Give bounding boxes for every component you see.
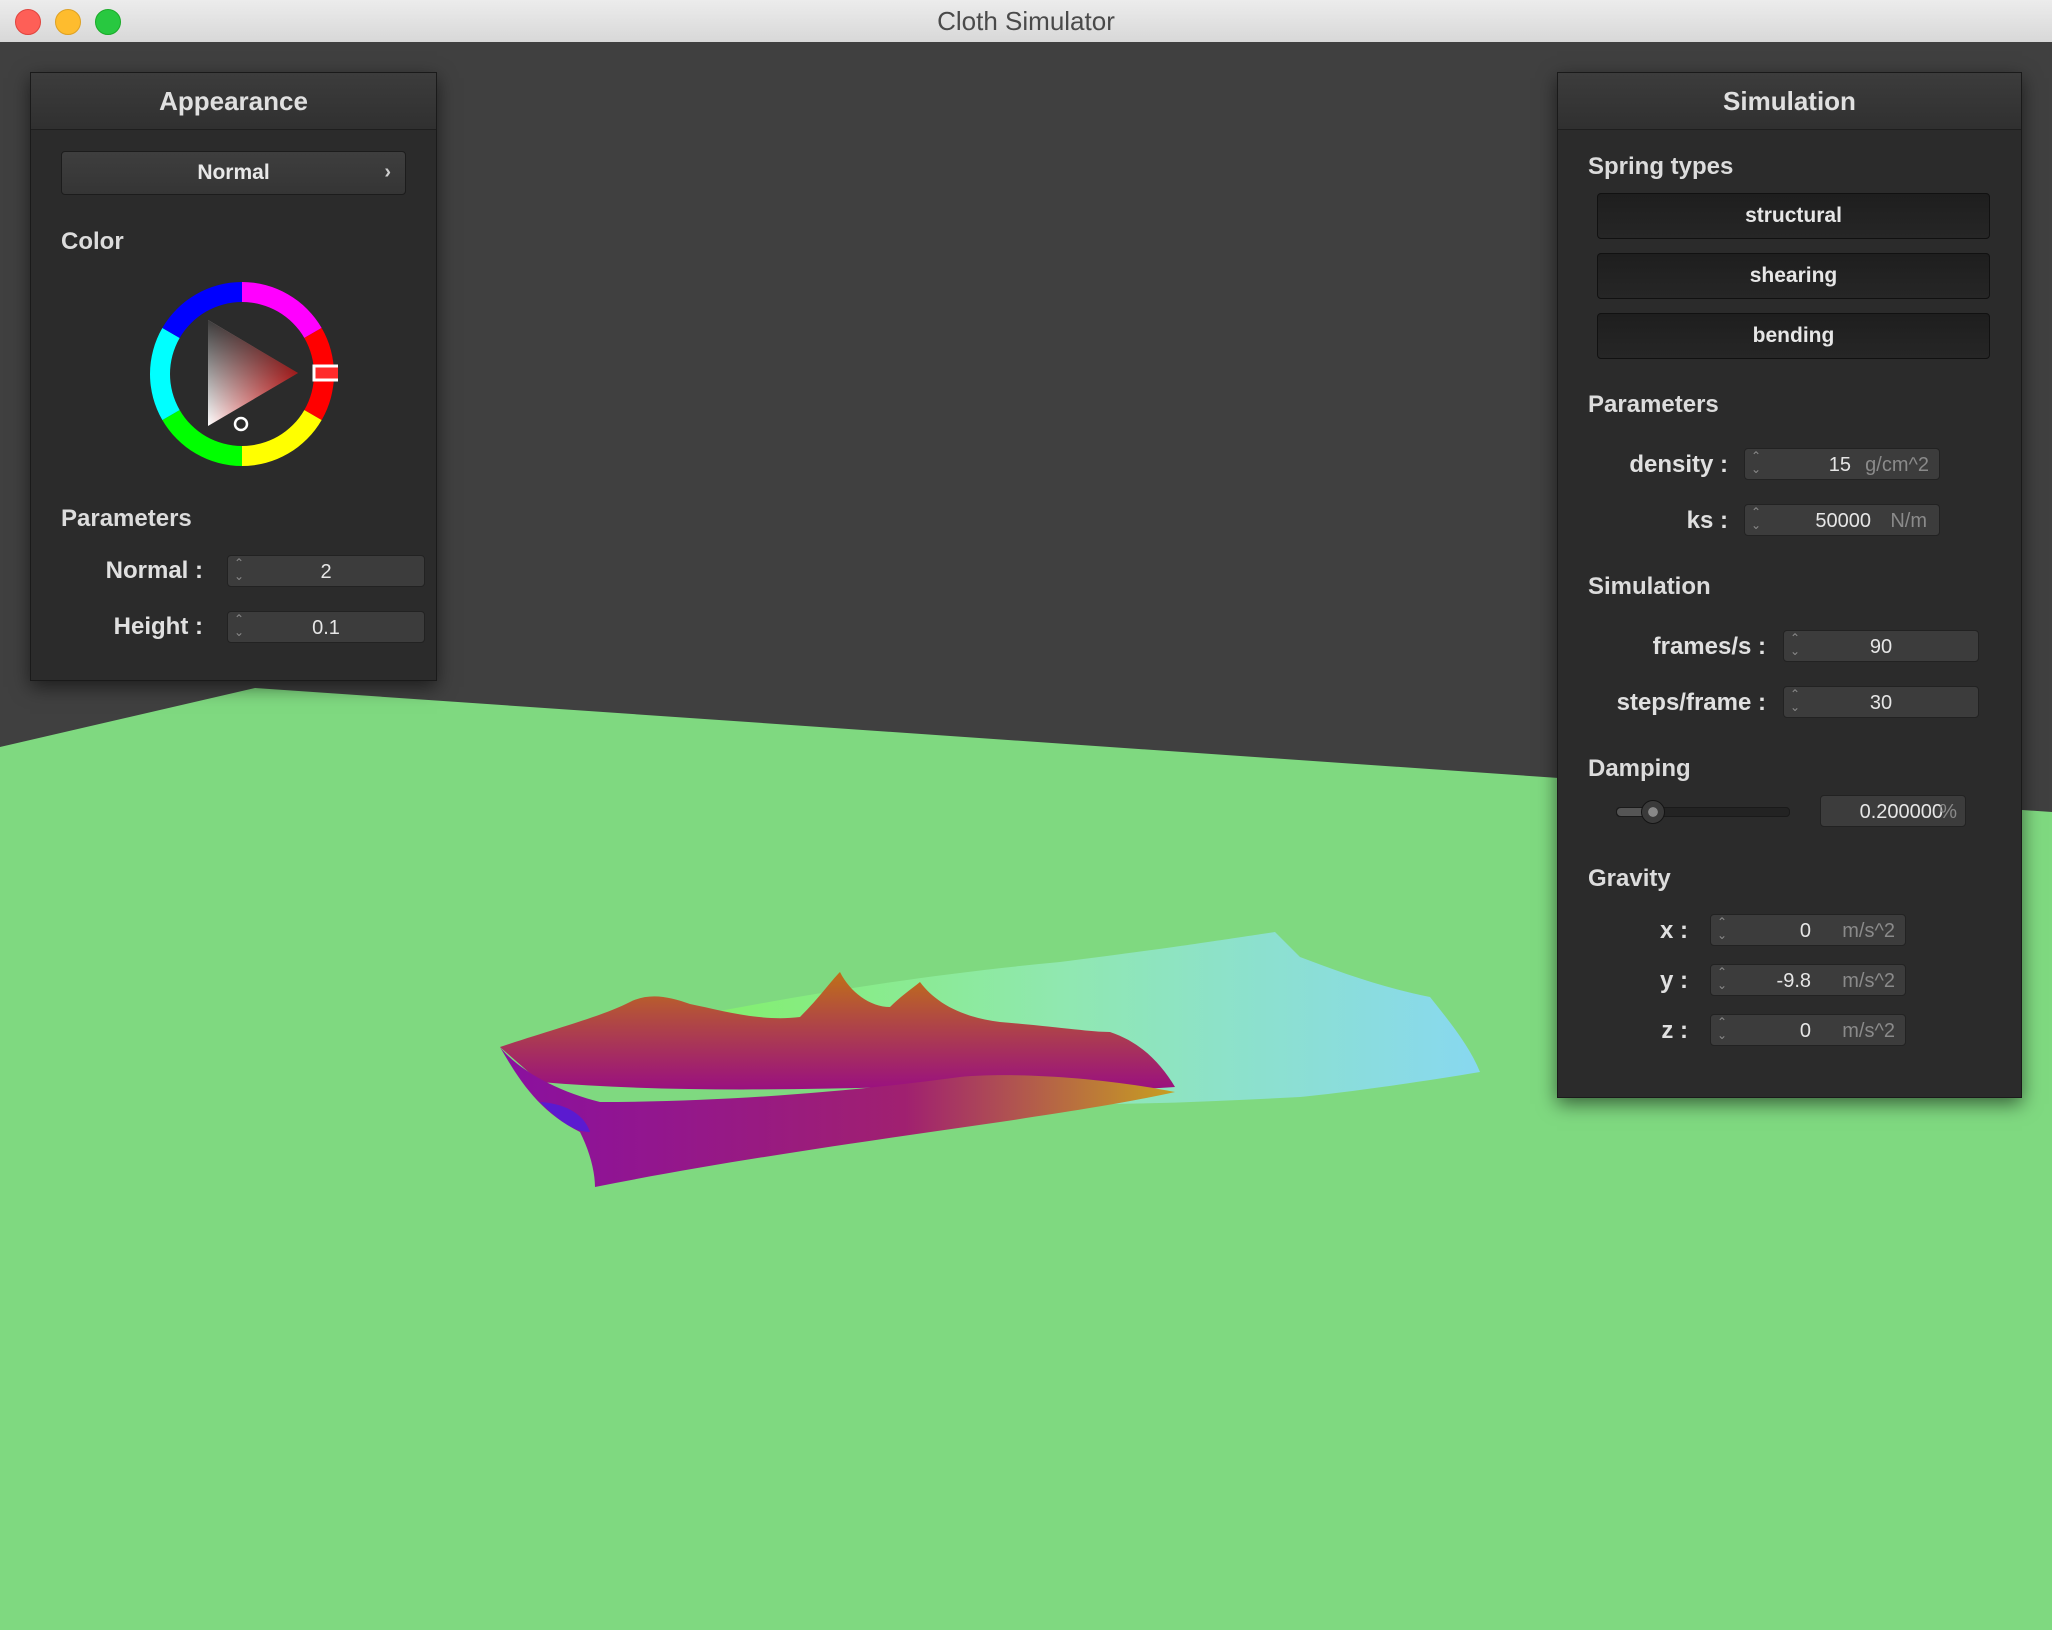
shader-dropdown[interactable]: Normal › bbox=[61, 151, 406, 195]
damping-slider-knob[interactable] bbox=[1641, 800, 1666, 824]
steps-label: steps/frame : bbox=[1616, 689, 1766, 716]
gravity-x-unit: m/s^2 bbox=[1842, 920, 1895, 942]
spinner-icon[interactable]: ⌃ ⌄ bbox=[1751, 506, 1761, 532]
gravity-x-input[interactable]: ⌃ ⌄ 0 m/s^2 bbox=[1710, 914, 1906, 946]
ks-value: 50000 bbox=[1815, 510, 1871, 532]
shearing-toggle[interactable]: shearing bbox=[1597, 253, 1990, 299]
steps-value: 30 bbox=[1869, 692, 1893, 714]
simulation-section-label: Simulation bbox=[1588, 573, 1711, 600]
simulation-panel: Simulation Spring types structural shear… bbox=[1557, 72, 2022, 1098]
gravity-z-input[interactable]: ⌃ ⌄ 0 m/s^2 bbox=[1710, 1014, 1906, 1046]
density-value: 15 bbox=[1828, 454, 1851, 476]
spinner-icon[interactable]: ⌃ ⌄ bbox=[1717, 1016, 1727, 1042]
normal-label: Normal : bbox=[105, 557, 203, 584]
damping-value: 0.200000 bbox=[1859, 801, 1943, 823]
gravity-x-label: x : bbox=[1659, 917, 1688, 944]
normal-value: 2 bbox=[320, 561, 332, 583]
gravity-label: Gravity bbox=[1588, 865, 1671, 892]
appearance-panel: Appearance Normal › Color Parameters Nor… bbox=[30, 72, 437, 681]
height-label: Height : bbox=[113, 613, 203, 640]
gravity-y-label: y : bbox=[1659, 967, 1688, 994]
spinner-icon[interactable]: ⌃ ⌄ bbox=[1717, 916, 1727, 942]
sim-params-label: Parameters bbox=[1588, 391, 1719, 418]
fps-value: 90 bbox=[1869, 636, 1893, 658]
ks-unit: N/m bbox=[1890, 510, 1927, 532]
window-title: Cloth Simulator bbox=[937, 6, 1115, 36]
gravity-y-value: -9.8 bbox=[1776, 970, 1811, 992]
structural-toggle[interactable]: structural bbox=[1597, 193, 1990, 239]
gravity-z-unit: m/s^2 bbox=[1842, 1020, 1895, 1042]
color-section-label: Color bbox=[61, 228, 124, 255]
appearance-panel-header[interactable]: Appearance bbox=[31, 73, 436, 130]
normal-input[interactable]: ⌃ ⌄ 2 bbox=[227, 555, 425, 587]
simulation-panel-header[interactable]: Simulation bbox=[1558, 73, 2021, 130]
gravity-z-label: z : bbox=[1661, 1017, 1688, 1044]
title-bar: Cloth Simulator bbox=[0, 0, 2052, 43]
damping-input[interactable]: 0.200000 % bbox=[1820, 795, 1966, 827]
ks-input[interactable]: ⌃ ⌄ 50000 N/m bbox=[1744, 504, 1940, 536]
color-wheel[interactable] bbox=[146, 278, 338, 470]
app-window: Cloth Simulator Appearance Normal › Colo… bbox=[0, 0, 2052, 1630]
gravity-y-unit: m/s^2 bbox=[1842, 970, 1895, 992]
steps-input[interactable]: ⌃ ⌄ 30 bbox=[1783, 686, 1979, 718]
hue-handle[interactable] bbox=[312, 364, 338, 382]
shader-dropdown-label: Normal bbox=[197, 161, 270, 184]
density-unit: g/cm^2 bbox=[1865, 454, 1929, 476]
gravity-y-input[interactable]: ⌃ ⌄ -9.8 m/s^2 bbox=[1710, 964, 1906, 996]
gravity-x-value: 0 bbox=[1799, 920, 1811, 942]
damping-label: Damping bbox=[1588, 755, 1691, 782]
damping-unit: % bbox=[1939, 801, 1957, 823]
density-label: density : bbox=[1629, 451, 1728, 478]
gravity-z-value: 0 bbox=[1799, 1020, 1811, 1042]
spring-types-label: Spring types bbox=[1588, 153, 1734, 180]
spinner-icon[interactable]: ⌃ ⌄ bbox=[1717, 966, 1727, 992]
height-input[interactable]: ⌃ ⌄ 0.1 bbox=[227, 611, 425, 643]
3d-viewport[interactable]: Appearance Normal › Color Parameters Nor… bbox=[0, 42, 2052, 1630]
ks-label: ks : bbox=[1686, 507, 1728, 534]
spinner-icon[interactable]: ⌃ ⌄ bbox=[1751, 450, 1761, 476]
height-value: 0.1 bbox=[312, 617, 340, 639]
fps-label: frames/s : bbox=[1652, 633, 1766, 660]
bending-toggle[interactable]: bending bbox=[1597, 313, 1990, 359]
chevron-right-icon: › bbox=[384, 161, 391, 183]
color-picker-handle[interactable] bbox=[233, 416, 249, 432]
triangle-shade bbox=[208, 320, 298, 426]
fps-input[interactable]: ⌃ ⌄ 90 bbox=[1783, 630, 1979, 662]
density-input[interactable]: ⌃ ⌄ 15 g/cm^2 bbox=[1744, 448, 1940, 480]
appearance-params-label: Parameters bbox=[61, 505, 192, 532]
